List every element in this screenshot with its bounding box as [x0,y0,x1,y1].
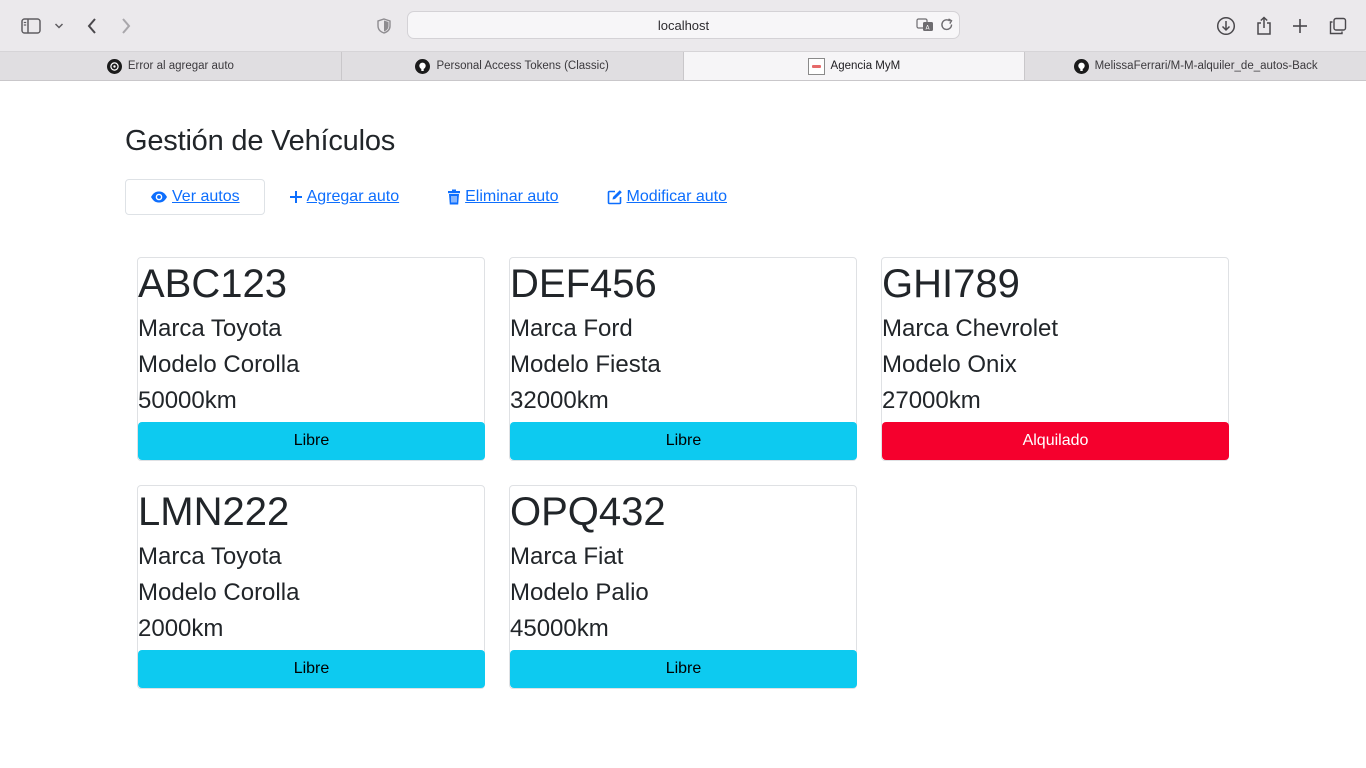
car-model: Modelo Fiesta [510,351,661,378]
car-brand: Marca Ford [510,315,633,342]
tab-label: Personal Access Tokens (Classic) [436,60,609,72]
car-km: 2000km [138,615,224,642]
nav-ver-autos[interactable]: Ver autos [125,179,265,215]
eye-icon [150,190,168,204]
status-button[interactable]: Libre [510,650,857,688]
car-card: GHI789 Marca Chevrolet Modelo Onix 27000… [881,257,1229,461]
car-plate: ABC123 [138,262,287,306]
nav-eliminar-auto[interactable]: Eliminar auto [423,179,582,215]
car-card: DEF456 Marca Ford Modelo Fiesta 32000km … [509,257,857,461]
car-brand: Marca Toyota [138,543,282,570]
status-button[interactable]: Libre [510,422,857,460]
plus-icon [289,190,303,204]
github-icon [1073,58,1089,74]
car-plate: DEF456 [510,262,657,306]
nav-label: Agregar auto [306,188,400,205]
trash-icon [447,189,461,205]
car-brand: Marca Toyota [138,315,282,342]
openai-icon [106,58,122,74]
url-text[interactable]: localhost [408,12,959,40]
github-icon [415,58,431,74]
car-model: Modelo Onix [882,351,1017,378]
status-button[interactable]: Libre [138,650,485,688]
nav-agregar-auto[interactable]: Agregar auto [265,179,424,215]
tab-agencia-mym[interactable]: Agencia MyM [683,52,1026,80]
page-title: Gestión de Vehículos [125,125,396,157]
status-button[interactable]: Alquilado [882,422,1229,460]
nav-label: Modificar auto [626,188,728,205]
tab-label: Error al agregar auto [127,60,234,72]
car-km: 27000km [882,387,981,414]
tab-label: Agencia MyM [830,60,901,72]
vehicle-nav: Ver autos Agregar auto Eliminar auto Mod… [125,179,751,215]
car-model: Modelo Corolla [138,351,300,378]
car-plate: GHI789 [882,262,1020,306]
shield-icon[interactable] [375,14,393,38]
browser-toolbar: localhost A [0,0,1366,52]
car-card: LMN222 Marca Toyota Modelo Corolla 2000k… [137,485,485,689]
nav-label: Ver autos [172,188,240,205]
back-icon[interactable] [82,14,102,38]
car-km: 32000km [510,387,609,414]
tab-overview-icon[interactable] [1327,14,1349,38]
site-favicon [807,57,825,75]
car-km: 45000km [510,615,609,642]
nav-modificar-auto[interactable]: Modificar auto [583,179,752,215]
car-card: OPQ432 Marca Fiat Modelo Palio 45000km L… [509,485,857,689]
car-km: 50000km [138,387,237,414]
car-model: Modelo Corolla [138,579,300,606]
status-button[interactable]: Libre [138,422,485,460]
translate-icon[interactable]: A [916,18,934,37]
edit-icon [607,189,623,205]
tab-github-repo[interactable]: MelissaFerrari/M-M-alquiler_de_autos-Bac… [1025,52,1366,80]
tab-label: MelissaFerrari/M-M-alquiler_de_autos-Bac… [1094,60,1318,72]
reload-icon[interactable] [940,18,954,37]
share-icon[interactable] [1253,14,1275,38]
sidebar-toggle-icon[interactable] [20,14,42,38]
page-content: Gestión de Vehículos Ver autos Agregar a… [0,81,1366,768]
car-card: ABC123 Marca Toyota Modelo Corolla 50000… [137,257,485,461]
new-tab-icon[interactable] [1290,14,1310,38]
nav-label: Eliminar auto [465,188,559,205]
car-plate: OPQ432 [510,490,666,534]
car-model: Modelo Palio [510,579,649,606]
chevron-down-icon[interactable] [52,14,66,38]
address-bar[interactable]: localhost A [407,11,960,39]
car-brand: Marca Fiat [510,543,624,570]
downloads-icon[interactable] [1215,14,1237,38]
car-plate: LMN222 [138,490,290,534]
tab-error-al-agregar-auto[interactable]: Error al agregar auto [0,52,342,80]
car-brand: Marca Chevrolet [882,315,1059,342]
forward-icon[interactable] [116,14,136,38]
tab-personal-access-tokens[interactable]: Personal Access Tokens (Classic) [342,52,684,80]
tab-bar: Error al agregar auto Personal Access To… [0,52,1366,81]
